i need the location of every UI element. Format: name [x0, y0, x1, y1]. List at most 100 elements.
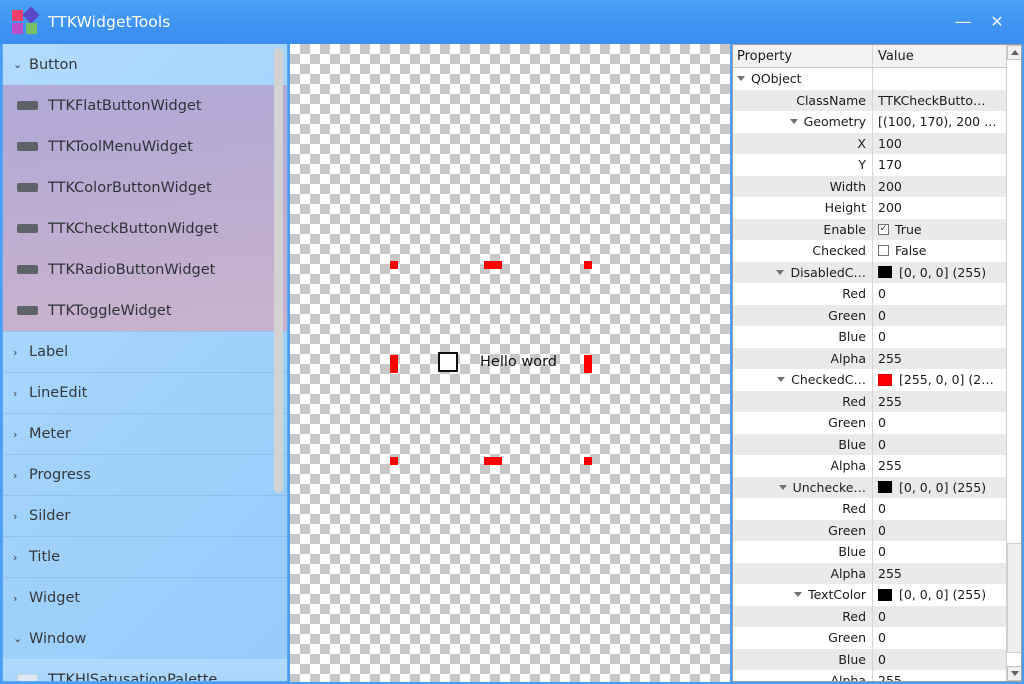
property-row[interactable]: Green 0	[733, 304, 1006, 327]
property-row[interactable]: Height 200	[733, 197, 1006, 219]
property-row[interactable]: Enable ✓ True	[733, 218, 1006, 241]
property-value-cell[interactable]: 255	[873, 563, 1006, 585]
property-value-cell[interactable]: 0	[873, 434, 1006, 456]
property-value-cell[interactable]: [0, 0, 0] (255)	[873, 262, 1006, 284]
selected-widget-bounds[interactable]: Hello word	[390, 214, 592, 465]
property-value-cell[interactable]: 255	[873, 670, 1006, 681]
property-row[interactable]: Y 170	[733, 154, 1006, 176]
column-header-value[interactable]: Value	[873, 45, 1006, 67]
column-header-property[interactable]: Property	[733, 45, 873, 67]
sidebar-item-TTKToggleWidget[interactable]: TTKToggleWidget	[3, 290, 287, 331]
property-row[interactable]: Alpha 255	[733, 670, 1006, 681]
property-value-cell[interactable]: 0	[873, 498, 1006, 520]
property-panel[interactable]: Property Value QObject ClassName TTKCheckBut…	[732, 44, 1022, 682]
sidebar-item-TTKCheckButtonWidget[interactable]: TTKCheckButtonWidget	[3, 208, 287, 249]
property-value-cell[interactable]: [255, 0, 0] (2…	[873, 369, 1006, 391]
expander-triangle-icon[interactable]	[776, 269, 785, 275]
property-row[interactable]: Blue 0	[733, 433, 1006, 456]
sidebar-item-TTKRadioButtonWidget[interactable]: TTKRadioButtonWidget	[3, 249, 287, 290]
property-value-cell[interactable]: ✓ True	[873, 219, 1006, 241]
property-value-cell[interactable]: 255	[873, 455, 1006, 477]
widget-category-sidebar[interactable]: ⌄ Button TTKFlatButtonWidget TTKToolMenuWid…	[2, 44, 288, 682]
property-row[interactable]: X 100	[733, 132, 1006, 155]
property-value-cell[interactable]: 0	[873, 606, 1006, 628]
sidebar-item-TTKColorButtonWidget[interactable]: TTKColorButtonWidget	[3, 167, 287, 208]
expander-triangle-icon[interactable]	[777, 377, 786, 383]
resize-handle-top-left[interactable]	[390, 261, 398, 269]
color-swatch[interactable]	[878, 373, 892, 386]
property-row[interactable]: TextColor [0, 0, 0] (255)	[733, 584, 1006, 606]
property-row[interactable]: Width 200	[733, 175, 1006, 198]
property-row[interactable]: Alpha 255	[733, 347, 1006, 370]
resize-handle-bottom-left[interactable]	[390, 457, 398, 465]
property-value-cell[interactable]: 0	[873, 305, 1006, 327]
property-value-cell[interactable]	[873, 68, 1006, 90]
property-value-cell[interactable]: 0	[873, 541, 1006, 563]
resize-handle-middle-left[interactable]	[390, 355, 398, 373]
resize-handle-top-right[interactable]	[584, 261, 592, 269]
property-row[interactable]: Blue 0	[733, 648, 1006, 671]
sidebar-item-TTKHlSatusationPalette[interactable]: TTKHlSatusationPalette	[3, 659, 287, 681]
property-row[interactable]: Alpha 255	[733, 455, 1006, 477]
expander-triangle-icon[interactable]	[778, 484, 787, 490]
property-row[interactable]: Blue 0	[733, 541, 1006, 563]
property-value-cell[interactable]: 0	[873, 649, 1006, 671]
property-row[interactable]: Red 0	[733, 605, 1006, 628]
property-value-cell[interactable]: TTKCheckButto…	[873, 90, 1006, 112]
property-row[interactable]: Blue 0	[733, 326, 1006, 348]
property-row[interactable]: CheckedC… [255, 0, 0] (2…	[733, 369, 1006, 391]
property-row[interactable]: Unchecke… [0, 0, 0] (255)	[733, 476, 1006, 498]
property-row[interactable]: Green 0	[733, 412, 1006, 434]
property-row[interactable]: Alpha 255	[733, 562, 1006, 585]
property-value-cell[interactable]: 100	[873, 133, 1006, 155]
design-canvas[interactable]: Hello word	[290, 44, 730, 682]
checkbox-checked-icon[interactable]: ✓	[878, 223, 889, 235]
sidebar-group-title[interactable]: › Title	[3, 536, 287, 577]
property-scrollbar[interactable]	[1006, 45, 1021, 681]
property-value-cell[interactable]: False	[873, 240, 1006, 262]
color-swatch[interactable]	[878, 481, 892, 494]
property-row[interactable]: Green 0	[733, 627, 1006, 649]
minimize-button[interactable]: —	[946, 7, 980, 37]
property-row[interactable]: Geometry [(100, 170), 200 …	[733, 111, 1006, 133]
resize-handle-bottom-right[interactable]	[584, 457, 592, 465]
close-button[interactable]: ✕	[980, 7, 1014, 37]
property-value-cell[interactable]: [(100, 170), 200 …	[873, 111, 1006, 133]
property-row[interactable]: Green 0	[733, 519, 1006, 542]
property-value-cell[interactable]: 0	[873, 326, 1006, 348]
sidebar-group-silder[interactable]: › Silder	[3, 495, 287, 536]
property-row[interactable]: QObject	[733, 68, 1006, 90]
property-row[interactable]: Red 0	[733, 498, 1006, 520]
property-scrollbar-thumb[interactable]	[1007, 543, 1021, 653]
property-value-cell[interactable]: 0	[873, 627, 1006, 649]
resize-handle-middle-right[interactable]	[584, 355, 592, 373]
property-value-cell[interactable]: 255	[873, 391, 1006, 413]
checkbox-unchecked-icon[interactable]	[878, 245, 889, 257]
property-value-cell[interactable]: 255	[873, 348, 1006, 370]
expander-triangle-icon[interactable]	[789, 119, 798, 125]
property-row[interactable]: Red 0	[733, 283, 1006, 305]
expander-triangle-icon[interactable]	[794, 592, 803, 598]
scroll-down-arrow-icon[interactable]	[1007, 666, 1021, 681]
resize-handle-top-center[interactable]	[484, 261, 502, 269]
property-value-cell[interactable]: 0	[873, 412, 1006, 434]
sidebar-group-lineedit[interactable]: › LineEdit	[3, 372, 287, 413]
property-value-cell[interactable]: 200	[873, 176, 1006, 198]
sidebar-group-widget[interactable]: › Widget	[3, 577, 287, 618]
sidebar-group-progress[interactable]: › Progress	[3, 454, 287, 495]
property-value-cell[interactable]: 0	[873, 520, 1006, 542]
scroll-up-arrow-icon[interactable]	[1007, 45, 1021, 60]
property-row[interactable]: Red 255	[733, 390, 1006, 413]
checkbox-icon[interactable]	[438, 352, 458, 372]
sidebar-group-meter[interactable]: › Meter	[3, 413, 287, 454]
property-row[interactable]: ClassName TTKCheckButto…	[733, 89, 1006, 112]
sidebar-group-window[interactable]: ⌄ Window	[3, 618, 287, 659]
sidebar-group-label[interactable]: › Label	[3, 331, 287, 372]
property-value-cell[interactable]: 0	[873, 283, 1006, 305]
color-swatch[interactable]	[878, 266, 892, 279]
sidebar-item-TTKToolMenuWidget[interactable]: TTKToolMenuWidget	[3, 126, 287, 167]
sidebar-scrollbar-thumb[interactable]	[274, 48, 283, 493]
expander-triangle-icon[interactable]	[737, 76, 745, 82]
property-value-cell[interactable]: 170	[873, 154, 1006, 176]
resize-handle-bottom-center[interactable]	[484, 457, 502, 465]
